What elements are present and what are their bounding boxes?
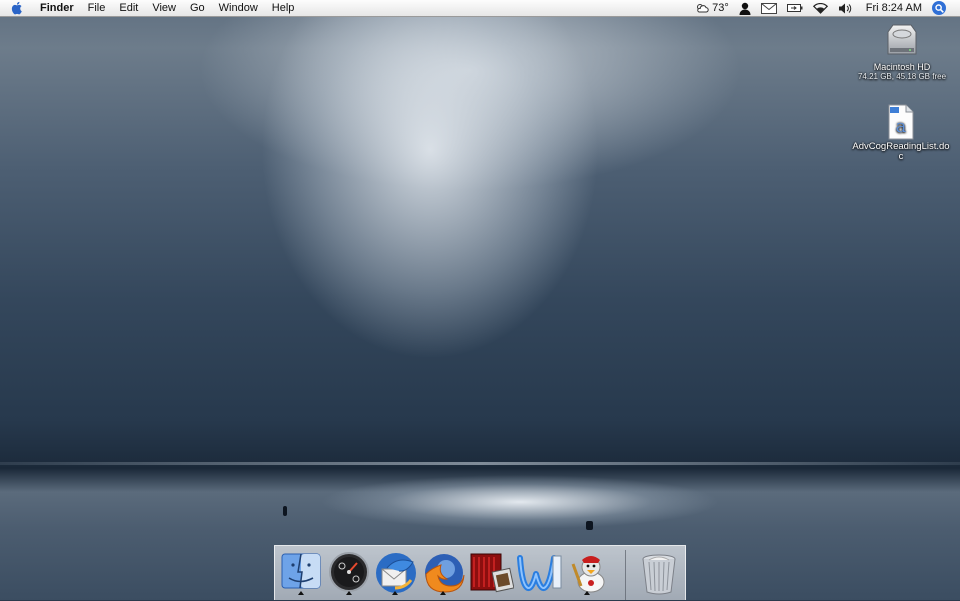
dock-thunderbird[interactable] [373, 552, 417, 596]
menu-file[interactable]: File [81, 0, 113, 16]
mail-envelope-icon [760, 2, 777, 14]
volume-status[interactable] [833, 0, 858, 16]
desktop-icon-label: AdvCogReadingList.doc [852, 141, 950, 162]
user-silhouette-icon [739, 2, 751, 15]
search-icon [934, 3, 944, 13]
hard-drive-icon [887, 24, 917, 55]
dock-separator [625, 550, 626, 600]
menu-help[interactable]: Help [265, 0, 302, 16]
desktop-wallpaper [0, 0, 960, 600]
menu-go[interactable]: Go [183, 0, 212, 16]
sea-horizon [0, 462, 960, 465]
adium-duck-icon [571, 556, 605, 593]
dock-adium[interactable] [565, 552, 609, 596]
word-document-icon: a [888, 104, 914, 140]
menu-bar: Finder File Edit View Go Window Help 73° [0, 0, 960, 17]
svg-text:a: a [896, 116, 907, 137]
menu-finder[interactable]: Finder [34, 0, 81, 16]
apple-icon [11, 1, 22, 15]
desktop-icon-label: Macintosh HD [873, 62, 931, 72]
running-indicator [392, 591, 398, 595]
dock-dashboard[interactable] [327, 552, 371, 596]
mail-status[interactable] [756, 0, 782, 16]
menu-window[interactable]: Window [212, 0, 265, 16]
desktop-icon-document[interactable]: a AdvCogReadingList.doc [848, 104, 954, 162]
menu-edit[interactable]: Edit [112, 0, 145, 16]
running-indicator [440, 591, 446, 595]
wifi-icon [812, 2, 828, 14]
running-indicator [298, 591, 304, 595]
desktop-icon-sublabel: 74.21 GB, 45.18 GB free [857, 72, 947, 81]
dock-firefox[interactable] [421, 552, 465, 596]
wifi-status[interactable] [808, 0, 833, 16]
firefox-icon [425, 554, 465, 593]
menu-view[interactable]: View [145, 0, 183, 16]
imovie-icon [470, 553, 515, 593]
menu-extras: 73° Fri 8:24 AM [691, 0, 960, 16]
speaker-volume-icon [838, 3, 851, 13]
battery-icon [786, 4, 803, 12]
weather-status[interactable]: 73° [691, 0, 734, 16]
running-indicator [346, 591, 352, 595]
buoy-left [283, 506, 287, 516]
dashboard-icon [329, 552, 369, 592]
battery-status[interactable] [782, 0, 808, 16]
dock-finder[interactable] [279, 552, 323, 596]
sailboat [586, 521, 593, 530]
desktop-icon-macintosh-hd[interactable]: Macintosh HD 74.21 GB, 45.18 GB free [850, 22, 954, 82]
apple-menu[interactable] [0, 1, 34, 15]
running-indicator [584, 591, 590, 595]
thunderbird-icon [376, 553, 416, 593]
weather-temperature: 73° [712, 2, 729, 14]
dock-word[interactable] [517, 552, 562, 596]
dock [274, 545, 686, 600]
finder-icon [281, 553, 321, 589]
trash-icon [642, 554, 676, 595]
spotlight-button[interactable] [932, 1, 946, 15]
dock-trash[interactable] [637, 552, 681, 596]
menu-clock[interactable]: Fri 8:24 AM [858, 2, 932, 14]
dock-imovie[interactable] [468, 552, 515, 596]
weather-cloud-icon [697, 4, 709, 13]
adium-status[interactable] [734, 0, 756, 16]
word-icon [517, 555, 562, 592]
